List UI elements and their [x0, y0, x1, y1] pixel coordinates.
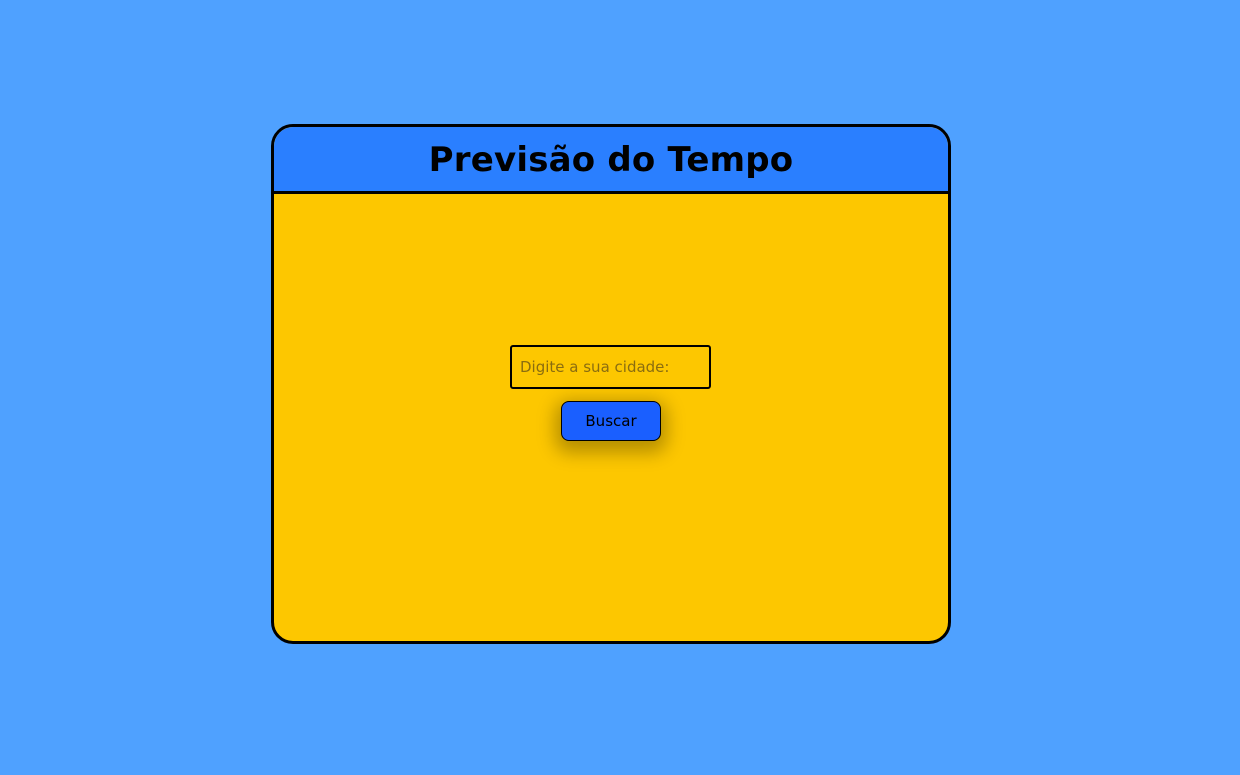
weather-card: Previsão do Tempo Buscar: [271, 124, 951, 644]
search-button[interactable]: Buscar: [561, 401, 661, 441]
card-body: Buscar: [274, 194, 948, 641]
card-header: Previsão do Tempo: [274, 127, 948, 194]
city-search-input[interactable]: [510, 345, 711, 389]
page-title: Previsão do Tempo: [428, 140, 794, 180]
